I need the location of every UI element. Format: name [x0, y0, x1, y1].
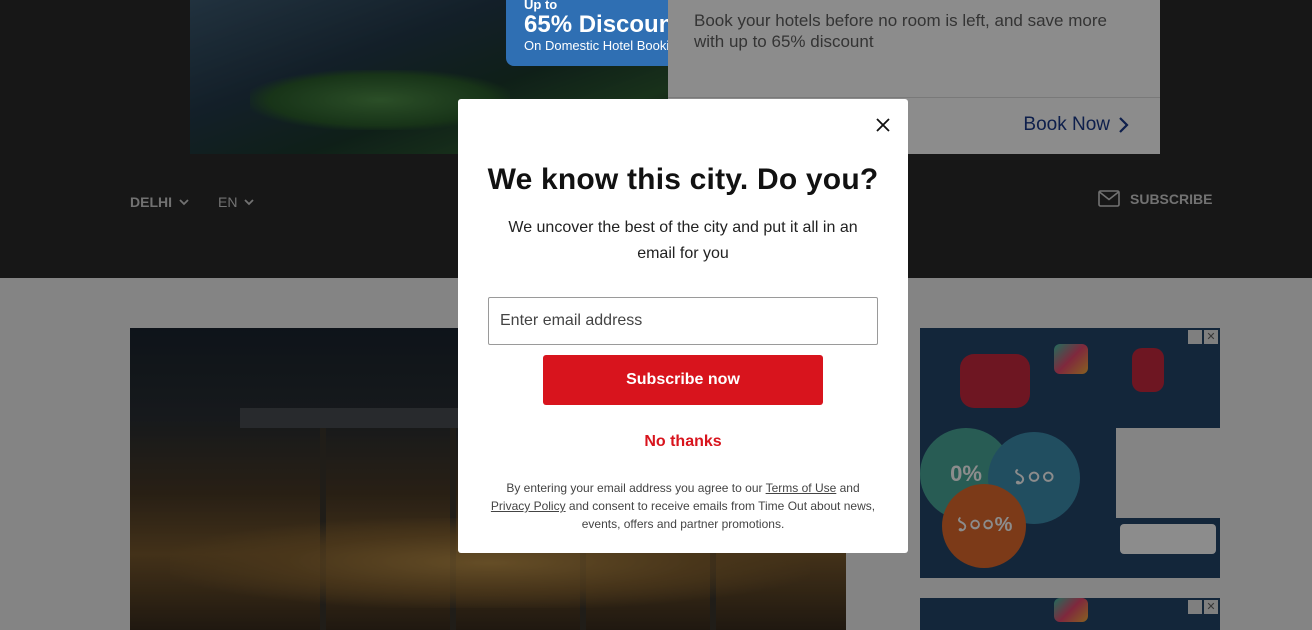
no-thanks-link[interactable]: No thanks: [458, 433, 908, 451]
modal-title: We know this city. Do you?: [487, 163, 879, 196]
modal-subtitle: We uncover the best of the city and put …: [508, 219, 858, 262]
legal-text: and consent to receive emails from Time …: [565, 499, 876, 531]
promo-discount-text: 65% Discount*: [524, 11, 668, 38]
terms-of-use-link[interactable]: Terms of Use: [766, 481, 837, 495]
privacy-policy-link[interactable]: Privacy Policy: [491, 499, 566, 513]
newsletter-modal: We know this city. Do you? We uncover th…: [458, 99, 908, 553]
email-field[interactable]: [488, 297, 878, 345]
legal-text: By entering your email address you agree…: [506, 481, 766, 495]
legal-disclaimer: By entering your email address you agree…: [486, 479, 880, 533]
discount-badge: Up to 65% Discount* On Domestic Hotel Bo…: [506, 0, 668, 66]
close-button[interactable]: [872, 114, 894, 136]
promo-sub-text: On Domestic Hotel Booking: [524, 38, 668, 53]
legal-text: and: [836, 481, 860, 495]
close-icon: [876, 118, 890, 132]
subscribe-now-button[interactable]: Subscribe now: [543, 355, 823, 405]
